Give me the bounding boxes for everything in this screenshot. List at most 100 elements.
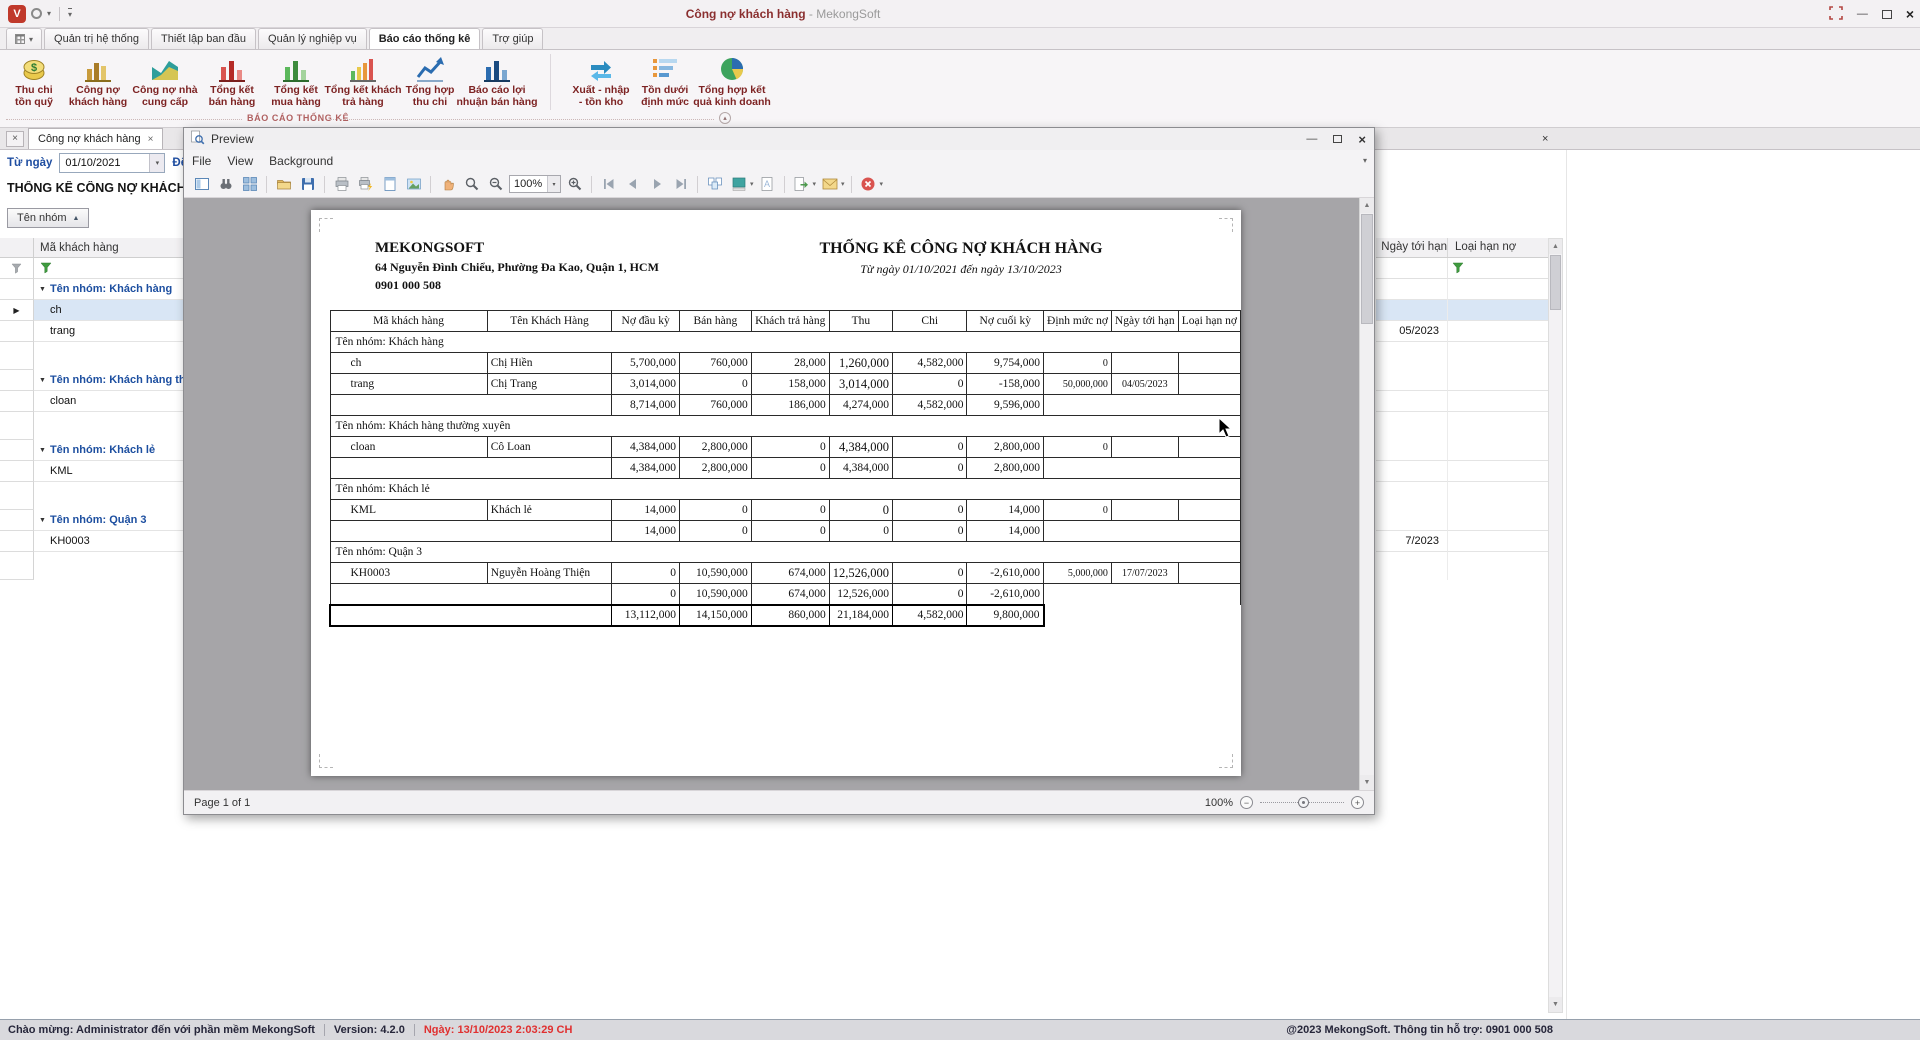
zoom-combo[interactable]: 100% ▾ — [509, 175, 561, 193]
last-page-icon[interactable] — [670, 174, 691, 195]
close-panel-button[interactable]: × — [1542, 133, 1548, 145]
quick-print-icon[interactable] — [355, 174, 376, 195]
preview-vertical-scrollbar[interactable]: ▲ ▼ — [1359, 198, 1374, 790]
column-header-loai-han-no[interactable]: Loại hạn nợ — [1448, 238, 1548, 257]
debt-type-cell — [1178, 563, 1240, 584]
chevron-down-icon[interactable]: ▾ — [547, 176, 560, 192]
watermark-icon[interactable]: A — [757, 174, 778, 195]
ribbon-tab-0[interactable]: Quản trị hệ thống — [44, 28, 149, 49]
chevron-down-icon[interactable]: ▾ — [880, 180, 884, 188]
scale-icon[interactable] — [403, 174, 424, 195]
chevron-down-icon[interactable]: ▾ — [813, 180, 817, 188]
scrollbar-thumb[interactable] — [1550, 255, 1561, 310]
previous-page-icon[interactable] — [622, 174, 643, 195]
column-header-ngay-toi-han[interactable]: Ngày tới hạn — [1376, 238, 1448, 257]
export-icon[interactable] — [791, 174, 812, 195]
scroll-down-icon[interactable]: ▼ — [1549, 997, 1562, 1012]
group-by-button[interactable]: Tên nhóm ▲ — [7, 208, 89, 228]
save-icon[interactable] — [297, 174, 318, 195]
grid-corner-cell — [0, 238, 34, 257]
right-grid-row[interactable]: 05/2023 — [1376, 321, 1548, 342]
right-grid-row[interactable] — [1376, 440, 1548, 461]
filter-cell[interactable] — [1448, 258, 1548, 279]
from-date-combo[interactable]: 01/10/2021 ▾ — [59, 153, 165, 173]
fullscreen-icon[interactable] — [1829, 6, 1843, 23]
ribbon-tab-4[interactable]: Trợ giúp — [482, 28, 543, 49]
close-button[interactable]: × — [1358, 132, 1366, 147]
ribbon-tab-2[interactable]: Quản lý nghiệp vụ — [258, 28, 367, 49]
credit-limit-cell: 0 — [1044, 500, 1112, 521]
ribbon-collapse-button[interactable]: ▴ — [719, 112, 731, 124]
scrollbar-thumb[interactable] — [1361, 214, 1373, 324]
collapse-triangle-icon[interactable]: ▼ — [39, 517, 46, 524]
scroll-up-icon[interactable]: ▲ — [1360, 198, 1374, 213]
ribbon-button-tong-hop-thu-chi[interactable]: Tổng hợpthu chi — [398, 52, 462, 108]
ribbon-button-tong-ket-khach-tra-hang[interactable]: Tổng kết kháchtrả hàng — [328, 52, 398, 108]
maximize-button[interactable] — [1882, 10, 1892, 19]
minimize-button[interactable]: — — [1857, 8, 1868, 20]
collapse-triangle-icon[interactable]: ▼ — [39, 286, 46, 293]
ribbon-button-tong-ket-ban-hang[interactable]: Tổng kếtbán hàng — [200, 52, 264, 108]
close-button[interactable]: × — [1906, 6, 1914, 22]
zoom-in-button[interactable]: + — [1351, 796, 1364, 809]
ribbon-button-bao-cao-loi-nhuan[interactable]: Báo cáo lợinhuận bán hàng — [462, 52, 532, 108]
page-setup-icon[interactable] — [379, 174, 400, 195]
ribbon-button-cong-no-nha-cung-cap[interactable]: Công nợ nhàcung cấp — [130, 52, 200, 108]
email-icon[interactable] — [819, 174, 840, 195]
collapse-triangle-icon[interactable]: ▼ — [39, 377, 46, 384]
menu-background[interactable]: Background — [261, 154, 341, 168]
document-map-icon[interactable] — [191, 174, 212, 195]
search-icon[interactable] — [215, 174, 236, 195]
maximize-button[interactable] — [1333, 135, 1342, 143]
menu-view[interactable]: View — [219, 154, 261, 168]
zoom-slider-knob[interactable] — [1298, 797, 1309, 808]
first-page-icon[interactable] — [598, 174, 619, 195]
hand-tool-icon[interactable] — [437, 174, 458, 195]
print-icon[interactable] — [331, 174, 352, 195]
company-name: MEKONGSOFT — [375, 240, 659, 257]
right-grid-row[interactable]: 7/2023 — [1376, 531, 1548, 552]
ribbon-tab-1[interactable]: Thiết lập ban đầu — [151, 28, 256, 49]
close-preview-icon[interactable] — [858, 174, 879, 195]
next-page-icon[interactable] — [646, 174, 667, 195]
right-grid-row[interactable] — [1376, 300, 1548, 321]
open-icon[interactable] — [273, 174, 294, 195]
zoom-out-icon[interactable] — [485, 174, 506, 195]
ribbon-button-cong-no-khach-hang[interactable]: Công nợkhách hàng — [66, 52, 130, 108]
scroll-down-icon[interactable]: ▼ — [1360, 775, 1374, 790]
right-grid-row[interactable] — [1376, 279, 1548, 300]
right-grid-row[interactable] — [1376, 461, 1548, 482]
application-menu-tab[interactable]: ▾ — [6, 28, 42, 49]
chevron-down-icon[interactable]: ▾ — [149, 154, 164, 172]
thumbnails-icon[interactable] — [239, 174, 260, 195]
close-tab-icon[interactable]: × — [148, 134, 154, 145]
ribbon-tab-3[interactable]: Báo cáo thống kê — [369, 28, 481, 49]
right-grid-row[interactable] — [1376, 510, 1548, 531]
document-tab-cong-no-khach-hang[interactable]: Công nợ khách hàng × — [28, 128, 163, 149]
preview-titlebar[interactable]: Preview — × — [184, 128, 1374, 150]
zoom-in-icon[interactable] — [564, 174, 585, 195]
magnifier-icon[interactable] — [461, 174, 482, 195]
grid-vertical-scrollbar[interactable]: ▲ ▼ — [1548, 238, 1563, 1013]
ribbon-button-tong-hop-ket-qua[interactable]: Tổng hợp kếtquả kinh doanh — [697, 52, 767, 108]
ribbon-button-thu-chi-ton-quy[interactable]: $ Thu chitồn quỹ — [2, 52, 66, 108]
minimize-button[interactable]: — — [1306, 133, 1317, 145]
ribbon-button-ton-duoi-dinh-muc[interactable]: Tồn dướiđịnh mức — [633, 52, 697, 108]
close-all-tabs-button[interactable]: × — [6, 131, 24, 147]
ribbon-button-tong-ket-mua-hang[interactable]: Tổng kếtmua hàng — [264, 52, 328, 108]
right-grid-row[interactable] — [1376, 370, 1548, 391]
scroll-up-icon[interactable]: ▲ — [1549, 239, 1562, 254]
chevron-down-icon[interactable]: ▾ — [841, 180, 845, 188]
right-grid-row[interactable] — [1376, 391, 1548, 412]
chevron-down-icon[interactable]: ▾ — [750, 180, 754, 188]
row-indicator — [0, 461, 34, 482]
menu-file[interactable]: File — [184, 154, 219, 168]
zoom-slider[interactable] — [1260, 802, 1344, 803]
zoom-out-button[interactable]: − — [1240, 796, 1253, 809]
multiple-pages-icon[interactable] — [704, 174, 725, 195]
chevron-down-icon[interactable]: ▾ — [1363, 156, 1367, 165]
collapse-triangle-icon[interactable]: ▼ — [39, 447, 46, 454]
page-color-icon[interactable] — [728, 174, 749, 195]
filter-cell[interactable] — [1376, 258, 1448, 279]
ribbon-button-xuat-nhap-ton-kho[interactable]: Xuất - nhập- tồn kho — [569, 52, 633, 108]
